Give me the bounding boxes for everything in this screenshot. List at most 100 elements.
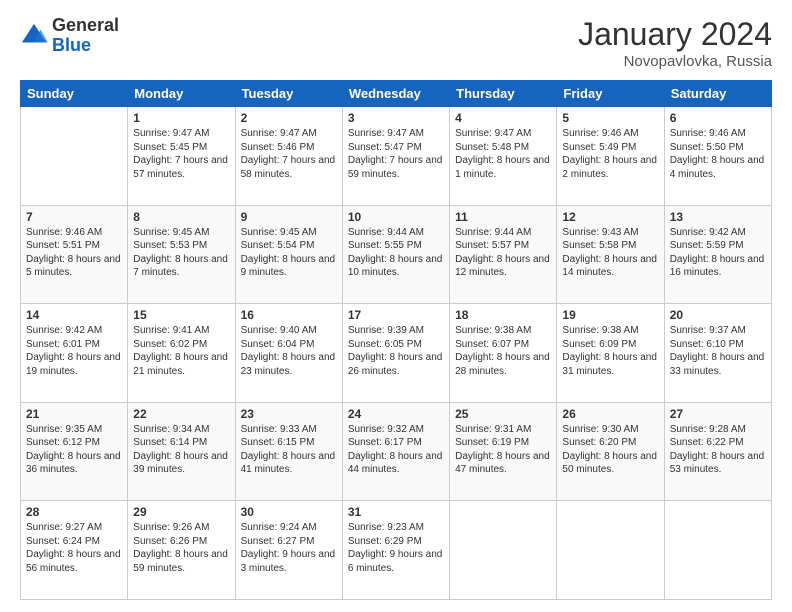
day-number: 3 <box>348 111 444 125</box>
day-content: Sunrise: 9:47 AM Sunset: 5:45 PM Dayligh… <box>133 127 229 181</box>
day-content: Sunrise: 9:31 AM Sunset: 6:19 PM Dayligh… <box>455 423 551 477</box>
calendar-cell: 4 Sunrise: 9:47 AM Sunset: 5:48 PM Daylig… <box>450 107 557 206</box>
calendar-cell: 13 Sunrise: 9:42 AM Sunset: 5:59 PM Dayli… <box>664 205 771 304</box>
week-row-3: 14Sunrise: 9:42 AM Sunset: 6:01 PM Dayli… <box>21 304 772 403</box>
week-row-5: 28 Sunrise: 9:27 AM Sunset: 6:24 PM Dayli… <box>21 501 772 600</box>
day-number: 17 <box>348 308 444 322</box>
logo-text: General Blue <box>52 16 119 56</box>
calendar-cell <box>21 107 128 206</box>
calendar-cell: 2Sunrise: 9:47 AM Sunset: 5:46 PM Daylig… <box>235 107 342 206</box>
calendar-cell: 23 Sunrise: 9:33 AM Sunset: 6:15 PM Dayli… <box>235 402 342 501</box>
day-number: 15 <box>133 308 229 322</box>
day-content: Sunrise: 9:39 AM Sunset: 6:05 PM Dayligh… <box>348 324 444 378</box>
col-header-sunday: Sunday <box>21 81 128 107</box>
day-number: 21 <box>26 407 122 421</box>
calendar-cell: 6Sunrise: 9:46 AM Sunset: 5:50 PM Daylig… <box>664 107 771 206</box>
calendar-cell: 21 Sunrise: 9:35 AM Sunset: 6:12 PM Dayli… <box>21 402 128 501</box>
calendar-cell: 17 Sunrise: 9:39 AM Sunset: 6:05 PM Dayli… <box>342 304 449 403</box>
day-content: Sunrise: 9:43 AM Sunset: 5:58 PM Dayligh… <box>562 226 658 280</box>
calendar-cell: 25Sunrise: 9:31 AM Sunset: 6:19 PM Dayli… <box>450 402 557 501</box>
day-number: 20 <box>670 308 766 322</box>
day-number: 31 <box>348 505 444 519</box>
calendar-cell: 15 Sunrise: 9:41 AM Sunset: 6:02 PM Dayli… <box>128 304 235 403</box>
day-number: 18 <box>455 308 551 322</box>
day-content: Sunrise: 9:24 AM Sunset: 6:27 PM Dayligh… <box>241 521 337 575</box>
day-content: Sunrise: 9:40 AM Sunset: 6:04 PM Dayligh… <box>241 324 337 378</box>
day-number: 4 <box>455 111 551 125</box>
day-number: 27 <box>670 407 766 421</box>
day-number: 16 <box>241 308 337 322</box>
col-header-thursday: Thursday <box>450 81 557 107</box>
day-number: 24 <box>348 407 444 421</box>
day-content: Sunrise: 9:46 AM Sunset: 5:51 PM Dayligh… <box>26 226 122 280</box>
day-number: 29 <box>133 505 229 519</box>
calendar-cell: 31 Sunrise: 9:23 AM Sunset: 6:29 PM Dayli… <box>342 501 449 600</box>
week-row-1: 1 Sunrise: 9:47 AM Sunset: 5:45 PM Daylig… <box>21 107 772 206</box>
calendar-cell: 20 Sunrise: 9:37 AM Sunset: 6:10 PM Dayli… <box>664 304 771 403</box>
logo-icon <box>20 22 48 50</box>
calendar-cell: 12 Sunrise: 9:43 AM Sunset: 5:58 PM Dayli… <box>557 205 664 304</box>
day-number: 1 <box>133 111 229 125</box>
day-content: Sunrise: 9:44 AM Sunset: 5:57 PM Dayligh… <box>455 226 551 280</box>
day-content: Sunrise: 9:28 AM Sunset: 6:22 PM Dayligh… <box>670 423 766 477</box>
day-content: Sunrise: 9:38 AM Sunset: 6:07 PM Dayligh… <box>455 324 551 378</box>
col-header-saturday: Saturday <box>664 81 771 107</box>
calendar-cell: 26 Sunrise: 9:30 AM Sunset: 6:20 PM Dayli… <box>557 402 664 501</box>
day-content: Sunrise: 9:30 AM Sunset: 6:20 PM Dayligh… <box>562 423 658 477</box>
day-content: Sunrise: 9:44 AM Sunset: 5:55 PM Dayligh… <box>348 226 444 280</box>
calendar-cell: 19Sunrise: 9:38 AM Sunset: 6:09 PM Dayli… <box>557 304 664 403</box>
day-number: 14 <box>26 308 122 322</box>
day-content: Sunrise: 9:34 AM Sunset: 6:14 PM Dayligh… <box>133 423 229 477</box>
day-number: 5 <box>562 111 658 125</box>
col-header-friday: Friday <box>557 81 664 107</box>
day-content: Sunrise: 9:23 AM Sunset: 6:29 PM Dayligh… <box>348 521 444 575</box>
calendar-cell: 29 Sunrise: 9:26 AM Sunset: 6:26 PM Dayli… <box>128 501 235 600</box>
day-number: 23 <box>241 407 337 421</box>
calendar-page: General Blue January 2024 Novopavlovka, … <box>0 0 792 612</box>
day-content: Sunrise: 9:47 AM Sunset: 5:47 PM Dayligh… <box>348 127 444 181</box>
day-content: Sunrise: 9:47 AM Sunset: 5:46 PM Dayligh… <box>241 127 337 181</box>
day-content: Sunrise: 9:26 AM Sunset: 6:26 PM Dayligh… <box>133 521 229 575</box>
calendar-cell: 16 Sunrise: 9:40 AM Sunset: 6:04 PM Dayli… <box>235 304 342 403</box>
title-block: January 2024 Novopavlovka, Russia <box>578 16 772 70</box>
day-number: 12 <box>562 210 658 224</box>
calendar-cell: 27 Sunrise: 9:28 AM Sunset: 6:22 PM Dayli… <box>664 402 771 501</box>
week-row-4: 21 Sunrise: 9:35 AM Sunset: 6:12 PM Dayli… <box>21 402 772 501</box>
day-number: 28 <box>26 505 122 519</box>
day-number: 30 <box>241 505 337 519</box>
month-year: January 2024 <box>578 16 772 53</box>
calendar-cell: 14Sunrise: 9:42 AM Sunset: 6:01 PM Dayli… <box>21 304 128 403</box>
day-number: 13 <box>670 210 766 224</box>
col-header-monday: Monday <box>128 81 235 107</box>
calendar-cell: 10Sunrise: 9:44 AM Sunset: 5:55 PM Dayli… <box>342 205 449 304</box>
col-header-wednesday: Wednesday <box>342 81 449 107</box>
calendar-cell: 30 Sunrise: 9:24 AM Sunset: 6:27 PM Dayli… <box>235 501 342 600</box>
day-content: Sunrise: 9:27 AM Sunset: 6:24 PM Dayligh… <box>26 521 122 575</box>
day-content: Sunrise: 9:46 AM Sunset: 5:49 PM Dayligh… <box>562 127 658 181</box>
day-content: Sunrise: 9:42 AM Sunset: 5:59 PM Dayligh… <box>670 226 766 280</box>
day-content: Sunrise: 9:35 AM Sunset: 6:12 PM Dayligh… <box>26 423 122 477</box>
calendar-cell <box>664 501 771 600</box>
day-content: Sunrise: 9:37 AM Sunset: 6:10 PM Dayligh… <box>670 324 766 378</box>
calendar-cell: 22 Sunrise: 9:34 AM Sunset: 6:14 PM Dayli… <box>128 402 235 501</box>
calendar-cell: 1 Sunrise: 9:47 AM Sunset: 5:45 PM Daylig… <box>128 107 235 206</box>
calendar-cell: 18 Sunrise: 9:38 AM Sunset: 6:07 PM Dayli… <box>450 304 557 403</box>
day-content: Sunrise: 9:33 AM Sunset: 6:15 PM Dayligh… <box>241 423 337 477</box>
day-number: 7 <box>26 210 122 224</box>
day-content: Sunrise: 9:45 AM Sunset: 5:54 PM Dayligh… <box>241 226 337 280</box>
day-number: 26 <box>562 407 658 421</box>
day-number: 22 <box>133 407 229 421</box>
day-number: 9 <box>241 210 337 224</box>
day-content: Sunrise: 9:45 AM Sunset: 5:53 PM Dayligh… <box>133 226 229 280</box>
col-header-tuesday: Tuesday <box>235 81 342 107</box>
calendar-cell: 3 Sunrise: 9:47 AM Sunset: 5:47 PM Daylig… <box>342 107 449 206</box>
day-number: 8 <box>133 210 229 224</box>
logo-general: General <box>52 15 119 35</box>
day-content: Sunrise: 9:41 AM Sunset: 6:02 PM Dayligh… <box>133 324 229 378</box>
day-number: 11 <box>455 210 551 224</box>
day-content: Sunrise: 9:47 AM Sunset: 5:48 PM Dayligh… <box>455 127 551 181</box>
calendar-cell: 7 Sunrise: 9:46 AM Sunset: 5:51 PM Daylig… <box>21 205 128 304</box>
logo-blue: Blue <box>52 35 91 55</box>
calendar-cell <box>557 501 664 600</box>
calendar-cell: 5 Sunrise: 9:46 AM Sunset: 5:49 PM Daylig… <box>557 107 664 206</box>
